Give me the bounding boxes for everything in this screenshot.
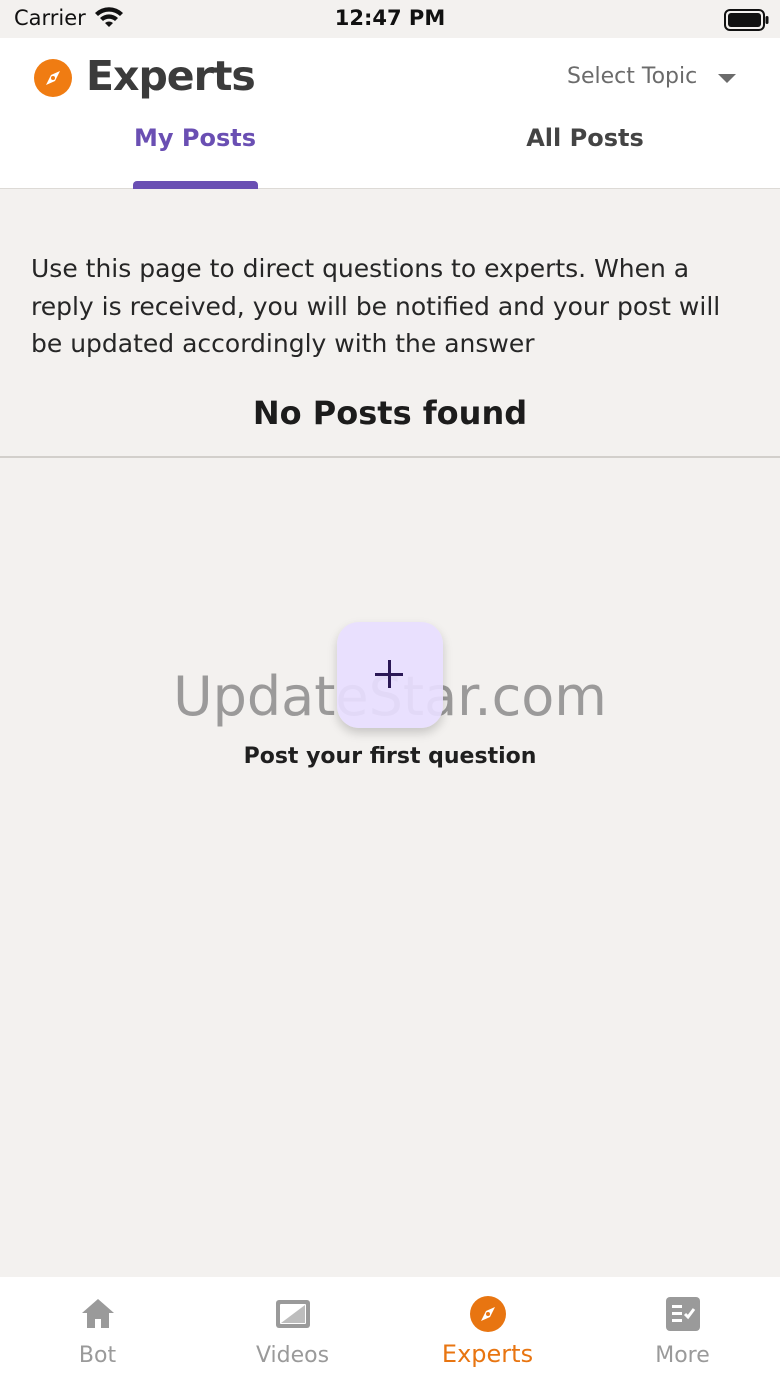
tab-all-posts[interactable]: All Posts [470, 114, 700, 188]
select-topic-label: Select Topic [567, 64, 698, 89]
nav-label: More [655, 1343, 710, 1368]
nav-item-more[interactable]: More [585, 1277, 780, 1387]
nav-item-bot[interactable]: Bot [0, 1277, 195, 1387]
tab-label: All Posts [526, 124, 644, 152]
compass-icon [470, 1296, 506, 1332]
tab-label: My Posts [133, 124, 256, 152]
intro-text: Use this page to direct questions to exp… [31, 254, 721, 358]
add-post-caption: Post your first question [243, 744, 537, 769]
caret-down-icon [718, 74, 736, 83]
divider [0, 456, 780, 458]
empty-state-title: No Posts found [252, 394, 528, 432]
page-title: Experts [86, 52, 256, 100]
battery-icon [724, 9, 769, 31]
plus-icon [375, 660, 403, 688]
compass-icon [34, 59, 72, 97]
active-tab-indicator [133, 181, 258, 189]
checklist-icon [666, 1297, 700, 1331]
home-icon [82, 1299, 114, 1328]
status-bar: Carrier 12:47 PM [0, 0, 780, 38]
nav-label: Videos [255, 1343, 330, 1368]
add-post-button[interactable] [337, 622, 443, 728]
video-icon [276, 1300, 310, 1328]
nav-label: Bot [78, 1343, 117, 1368]
status-time: 12:47 PM [334, 6, 446, 30]
nav-label: Experts [441, 1340, 534, 1368]
app-header: Experts Select Topic My Posts All Posts [0, 38, 780, 189]
select-topic-dropdown[interactable]: Select Topic [565, 62, 745, 98]
bottom-nav: Bot Videos Experts More [0, 1277, 780, 1387]
nav-item-videos[interactable]: Videos [195, 1277, 390, 1387]
nav-item-experts[interactable]: Experts [390, 1277, 585, 1387]
tab-my-posts[interactable]: My Posts [100, 114, 290, 189]
